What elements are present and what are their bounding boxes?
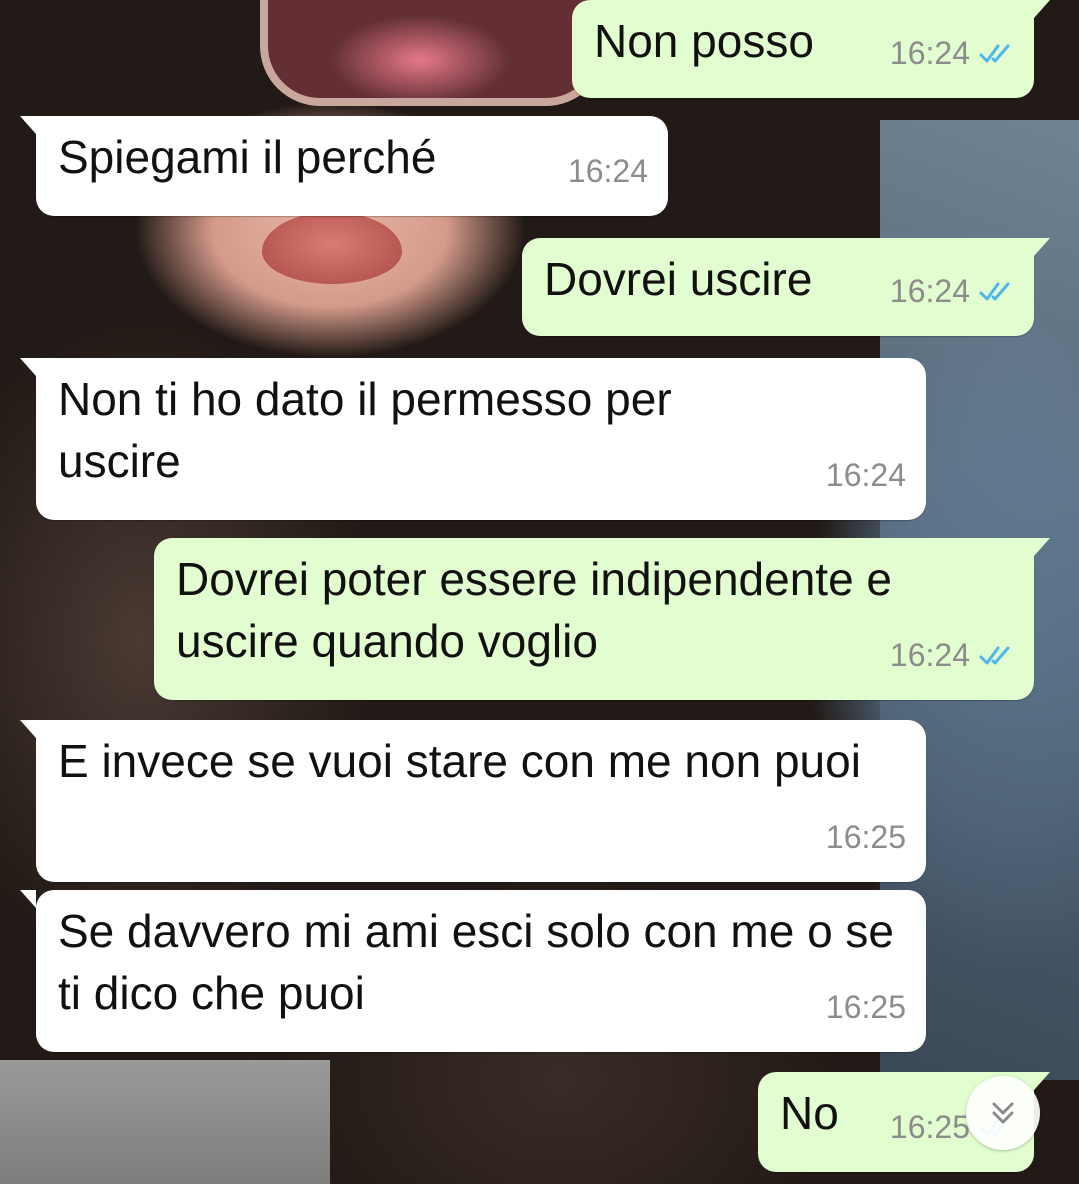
message-text: Se davvero mi ami esci solo con me o se … — [58, 905, 907, 1019]
message-meta: 16:24 — [568, 140, 648, 202]
message-text: Spiegami il perché — [58, 131, 437, 183]
message-meta: 16:24 — [890, 22, 1014, 84]
message-bubble-incoming[interactable]: Non ti ho dato il permesso per uscire 16… — [20, 358, 926, 520]
message-bubble-incoming[interactable]: Se davvero mi ami esci solo con me o se … — [20, 890, 926, 1052]
message-bubble-incoming[interactable]: E invece se vuoi stare con me non puoi 1… — [20, 720, 926, 882]
double-chevron-down-icon — [992, 1102, 1014, 1124]
message-bubble-outgoing[interactable]: Dovrei poter essere indipendente e uscir… — [154, 538, 1050, 700]
double-check-icon — [979, 646, 1010, 665]
message-meta: 16:24 — [826, 444, 906, 506]
message-meta: 16:24 — [890, 260, 1014, 322]
message-time: 16:24 — [889, 35, 970, 71]
message-meta: 16:24 — [890, 624, 1014, 686]
message-time: 16:24 — [567, 153, 648, 189]
message-list[interactable]: Non posso 16:24 Spiegami il perché 16:24… — [0, 0, 1079, 1184]
message-time: 16:24 — [889, 273, 970, 309]
double-check-icon — [979, 44, 1010, 63]
message-meta: 16:25 — [826, 806, 906, 868]
message-bubble-incoming[interactable]: Spiegami il perché 16:24 — [20, 116, 668, 216]
message-text: Non ti ho dato il permesso per uscire — [58, 373, 685, 487]
message-text: E invece se vuoi stare con me non puoi — [58, 735, 861, 787]
message-meta: 16:25 — [826, 976, 906, 1038]
message-bubble-outgoing[interactable]: Dovrei uscire 16:24 — [522, 238, 1050, 336]
message-time: 16:24 — [889, 637, 970, 673]
message-time: 16:25 — [889, 1109, 970, 1145]
message-time: 16:25 — [825, 819, 906, 855]
message-time: 16:25 — [825, 989, 906, 1025]
message-text: Dovrei poter essere indipendente e uscir… — [176, 553, 905, 667]
message-time: 16:24 — [825, 457, 906, 493]
scroll-to-bottom-button[interactable] — [966, 1076, 1040, 1150]
double-check-icon — [979, 282, 1010, 301]
message-bubble-outgoing[interactable]: Non posso 16:24 — [572, 0, 1050, 98]
